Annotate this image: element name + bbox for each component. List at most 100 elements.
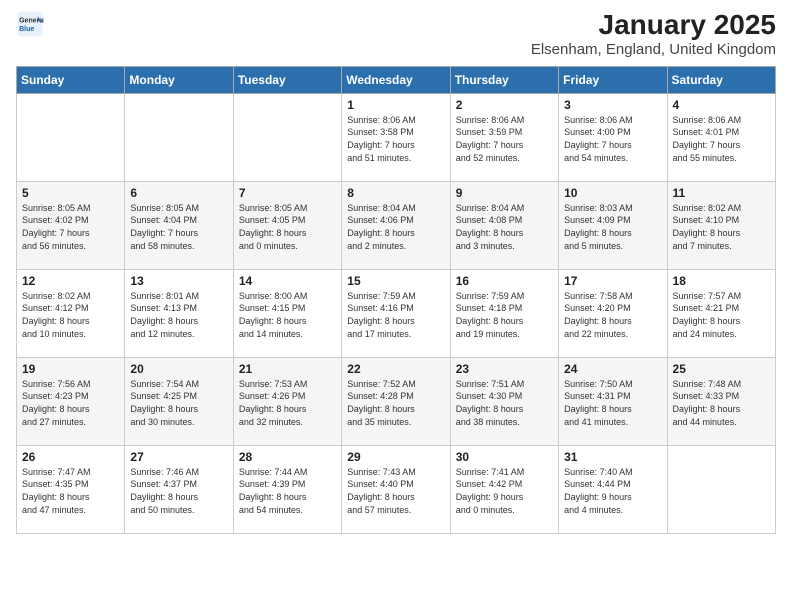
day-info: Sunrise: 8:02 AM bbox=[673, 202, 770, 215]
table-row: 22Sunrise: 7:52 AMSunset: 4:28 PMDayligh… bbox=[342, 357, 450, 445]
table-row: 6Sunrise: 8:05 AMSunset: 4:04 PMDaylight… bbox=[125, 181, 233, 269]
day-info: and 32 minutes. bbox=[239, 416, 336, 429]
table-row: 25Sunrise: 7:48 AMSunset: 4:33 PMDayligh… bbox=[667, 357, 775, 445]
day-info: Daylight: 8 hours bbox=[22, 491, 119, 504]
day-info: Sunset: 4:20 PM bbox=[564, 302, 661, 315]
col-monday: Monday bbox=[125, 66, 233, 93]
day-info: Sunset: 4:12 PM bbox=[22, 302, 119, 315]
day-info: and 2 minutes. bbox=[347, 240, 444, 253]
table-row: 16Sunrise: 7:59 AMSunset: 4:18 PMDayligh… bbox=[450, 269, 558, 357]
day-number: 11 bbox=[673, 186, 770, 200]
col-sunday: Sunday bbox=[17, 66, 125, 93]
day-info: Sunset: 4:05 PM bbox=[239, 214, 336, 227]
day-number: 4 bbox=[673, 98, 770, 112]
table-row: 12Sunrise: 8:02 AMSunset: 4:12 PMDayligh… bbox=[17, 269, 125, 357]
day-info: Sunrise: 7:52 AM bbox=[347, 378, 444, 391]
table-row: 21Sunrise: 7:53 AMSunset: 4:26 PMDayligh… bbox=[233, 357, 341, 445]
day-info: and 41 minutes. bbox=[564, 416, 661, 429]
col-saturday: Saturday bbox=[667, 66, 775, 93]
day-info: Daylight: 7 hours bbox=[22, 227, 119, 240]
day-info: Daylight: 8 hours bbox=[239, 403, 336, 416]
day-number: 23 bbox=[456, 362, 553, 376]
day-number: 16 bbox=[456, 274, 553, 288]
day-number: 27 bbox=[130, 450, 227, 464]
day-info: Sunset: 4:04 PM bbox=[130, 214, 227, 227]
day-info: Sunrise: 7:41 AM bbox=[456, 466, 553, 479]
day-number: 26 bbox=[22, 450, 119, 464]
day-number: 15 bbox=[347, 274, 444, 288]
day-number: 10 bbox=[564, 186, 661, 200]
day-info: Daylight: 8 hours bbox=[347, 315, 444, 328]
day-info: Sunrise: 8:01 AM bbox=[130, 290, 227, 303]
day-info: Sunset: 4:10 PM bbox=[673, 214, 770, 227]
day-info: Daylight: 7 hours bbox=[564, 139, 661, 152]
day-info: Sunrise: 7:57 AM bbox=[673, 290, 770, 303]
day-number: 19 bbox=[22, 362, 119, 376]
day-info: Daylight: 8 hours bbox=[564, 227, 661, 240]
day-number: 17 bbox=[564, 274, 661, 288]
day-info: Daylight: 8 hours bbox=[564, 403, 661, 416]
day-info: and 14 minutes. bbox=[239, 328, 336, 341]
calendar-table: Sunday Monday Tuesday Wednesday Thursday… bbox=[16, 66, 776, 534]
table-row: 31Sunrise: 7:40 AMSunset: 4:44 PMDayligh… bbox=[559, 445, 667, 533]
day-info: Daylight: 8 hours bbox=[347, 403, 444, 416]
calendar-week-row: 26Sunrise: 7:47 AMSunset: 4:35 PMDayligh… bbox=[17, 445, 776, 533]
day-info: Sunset: 4:39 PM bbox=[239, 478, 336, 491]
day-info: Sunset: 4:06 PM bbox=[347, 214, 444, 227]
day-info: Daylight: 8 hours bbox=[456, 315, 553, 328]
day-info: and 7 minutes. bbox=[673, 240, 770, 253]
day-info: Daylight: 7 hours bbox=[456, 139, 553, 152]
col-wednesday: Wednesday bbox=[342, 66, 450, 93]
day-info: Daylight: 8 hours bbox=[347, 491, 444, 504]
day-info: Sunset: 3:59 PM bbox=[456, 126, 553, 139]
day-info: Daylight: 8 hours bbox=[130, 315, 227, 328]
day-info: Sunset: 4:09 PM bbox=[564, 214, 661, 227]
day-info: and 30 minutes. bbox=[130, 416, 227, 429]
day-info: Sunrise: 7:59 AM bbox=[347, 290, 444, 303]
table-row bbox=[667, 445, 775, 533]
day-info: Daylight: 9 hours bbox=[456, 491, 553, 504]
table-row: 2Sunrise: 8:06 AMSunset: 3:59 PMDaylight… bbox=[450, 93, 558, 181]
day-info: and 10 minutes. bbox=[22, 328, 119, 341]
day-number: 9 bbox=[456, 186, 553, 200]
logo-icon: General Blue bbox=[16, 10, 44, 38]
day-info: Daylight: 8 hours bbox=[239, 227, 336, 240]
day-info: Sunrise: 8:05 AM bbox=[239, 202, 336, 215]
day-number: 2 bbox=[456, 98, 553, 112]
day-info: and 17 minutes. bbox=[347, 328, 444, 341]
day-number: 22 bbox=[347, 362, 444, 376]
day-info: Sunrise: 7:56 AM bbox=[22, 378, 119, 391]
day-info: and 47 minutes. bbox=[22, 504, 119, 517]
day-info: and 0 minutes. bbox=[456, 504, 553, 517]
day-info: and 57 minutes. bbox=[347, 504, 444, 517]
day-info: Daylight: 8 hours bbox=[456, 403, 553, 416]
day-info: Sunset: 4:08 PM bbox=[456, 214, 553, 227]
day-info: Daylight: 8 hours bbox=[22, 403, 119, 416]
day-info: and 38 minutes. bbox=[456, 416, 553, 429]
col-thursday: Thursday bbox=[450, 66, 558, 93]
day-info: Sunrise: 8:02 AM bbox=[22, 290, 119, 303]
day-info: Sunset: 4:31 PM bbox=[564, 390, 661, 403]
day-number: 18 bbox=[673, 274, 770, 288]
day-info: Sunrise: 8:06 AM bbox=[673, 114, 770, 127]
day-info: Daylight: 8 hours bbox=[347, 227, 444, 240]
day-info: Sunrise: 7:58 AM bbox=[564, 290, 661, 303]
title-block: January 2025 Elsenham, England, United K… bbox=[531, 10, 776, 58]
day-info: Daylight: 8 hours bbox=[673, 315, 770, 328]
day-number: 31 bbox=[564, 450, 661, 464]
day-number: 24 bbox=[564, 362, 661, 376]
day-info: Sunset: 4:33 PM bbox=[673, 390, 770, 403]
day-number: 29 bbox=[347, 450, 444, 464]
day-info: Sunset: 4:26 PM bbox=[239, 390, 336, 403]
day-number: 12 bbox=[22, 274, 119, 288]
day-info: Sunset: 4:23 PM bbox=[22, 390, 119, 403]
table-row: 27Sunrise: 7:46 AMSunset: 4:37 PMDayligh… bbox=[125, 445, 233, 533]
day-number: 20 bbox=[130, 362, 227, 376]
table-row: 17Sunrise: 7:58 AMSunset: 4:20 PMDayligh… bbox=[559, 269, 667, 357]
page-subtitle: Elsenham, England, United Kingdom bbox=[531, 41, 776, 58]
table-row: 10Sunrise: 8:03 AMSunset: 4:09 PMDayligh… bbox=[559, 181, 667, 269]
day-number: 30 bbox=[456, 450, 553, 464]
day-info: and 52 minutes. bbox=[456, 152, 553, 165]
day-info: Daylight: 8 hours bbox=[130, 403, 227, 416]
day-info: Sunset: 4:35 PM bbox=[22, 478, 119, 491]
